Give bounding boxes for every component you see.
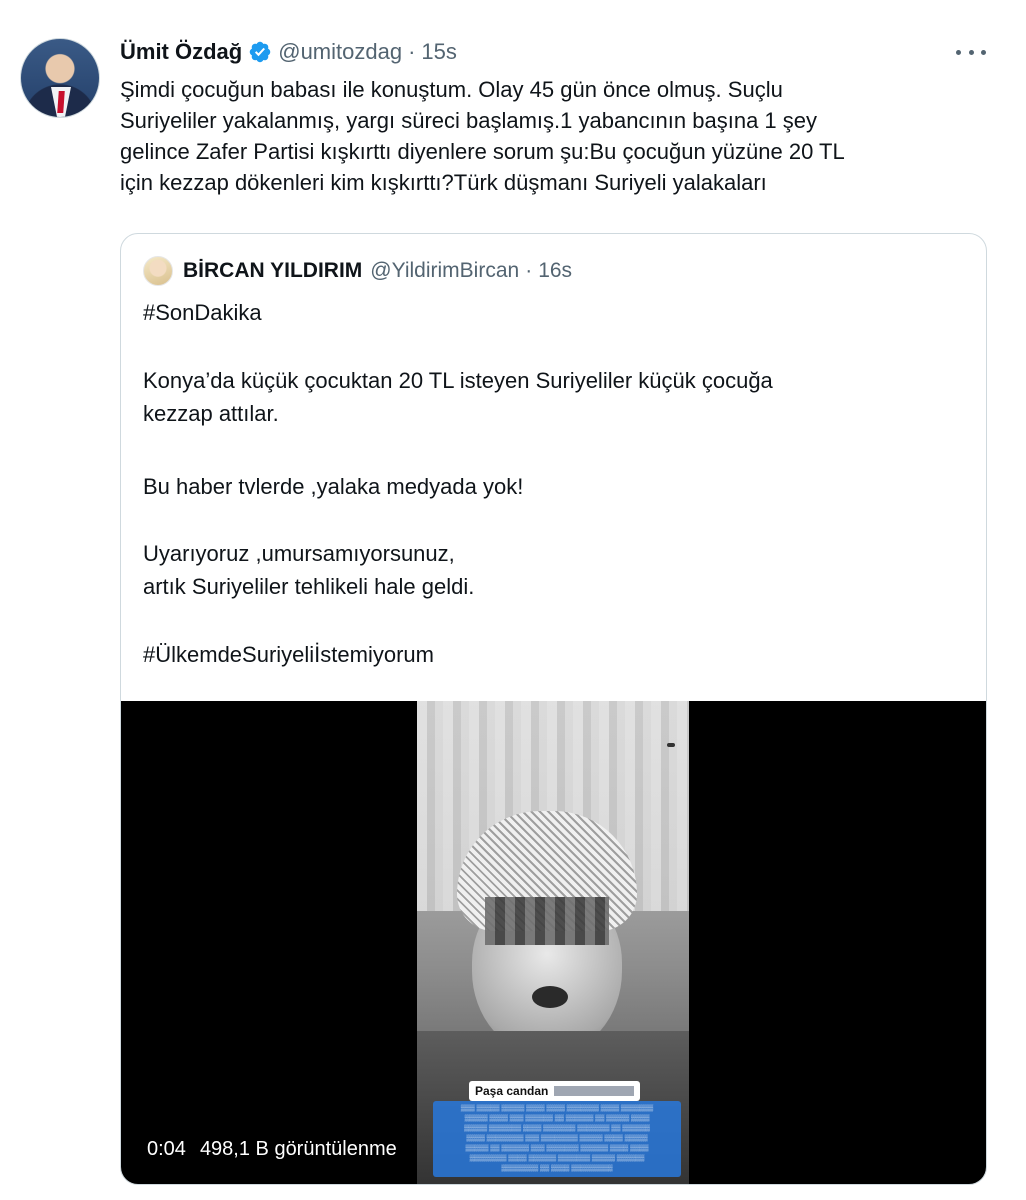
video-duration: 0:04 xyxy=(147,1138,186,1160)
child-mouth xyxy=(532,986,568,1008)
verified-badge-icon xyxy=(249,41,271,63)
more-dot xyxy=(981,49,986,55)
author-name[interactable]: Ümit Özdağ xyxy=(120,39,242,65)
quoted-tweet-time[interactable]: 16s xyxy=(538,259,572,283)
quoted-author-name[interactable]: BİRCAN YILDIRIM xyxy=(183,259,362,283)
author-handle[interactable]: @umitozdag xyxy=(278,39,402,65)
redacted-block xyxy=(554,1086,635,1096)
quoted-tweet[interactable]: BİRCAN YILDIRIM @YildirimBircan · 16s #S… xyxy=(120,233,987,1185)
hashtag-sondakika[interactable]: #SonDakika xyxy=(143,296,973,329)
quoted-paragraph-2: Bu haber tvlerde ,yalaka medyada yok! xyxy=(143,474,524,499)
quoted-tweet-header: BİRCAN YILDIRIM @YildirimBircan · 16s xyxy=(143,256,572,286)
tweet-header: Ümit Özdağ @umitozdag · 15s xyxy=(120,36,457,68)
video-frame: Paşa candan ▒▒▒ ▒▒▒▒▒ ▒▒▒▒▒ ▒▒▒▒ ▒▒▒▒ ▒▒… xyxy=(417,701,689,1184)
video-player[interactable]: Paşa candan ▒▒▒ ▒▒▒▒▒ ▒▒▒▒▒ ▒▒▒▒ ▒▒▒▒ ▒▒… xyxy=(121,701,986,1184)
tweet-time[interactable]: 15s xyxy=(421,39,456,65)
quoted-author-handle[interactable]: @YildirimBircan xyxy=(370,259,519,283)
video-meta: 0:04 498,1 B görüntülenme xyxy=(147,1138,397,1161)
video-overlay-title-text: Paşa candan xyxy=(475,1084,549,1098)
quoted-paragraph-3: Uyarıyoruz ,umursamıyorsunuz, artık Suri… xyxy=(143,541,475,599)
separator-dot: · xyxy=(408,39,416,64)
more-dot xyxy=(968,49,974,55)
video-overlay-caption: ▒▒▒ ▒▒▒▒▒ ▒▒▒▒▒ ▒▒▒▒ ▒▒▒▒ ▒▒▒▒▒▒▒ ▒▒▒▒ ▒… xyxy=(433,1101,681,1177)
quoted-author-avatar[interactable] xyxy=(143,256,173,286)
video-views: 498,1 B görüntülenme xyxy=(199,1138,397,1160)
separator-dot: · xyxy=(525,259,533,282)
more-dot xyxy=(956,49,961,55)
more-options-icon[interactable] xyxy=(956,42,986,62)
author-avatar[interactable] xyxy=(20,38,100,118)
video-overlay-title: Paşa candan xyxy=(469,1081,641,1101)
quoted-paragraph-1: Konya’da küçük çocuktan 20 TL isteyen Su… xyxy=(143,368,773,426)
hashtag-ulkemde[interactable]: #ÜlkemdeSuriyeliİstemiyorum xyxy=(143,638,973,671)
eyes-blur xyxy=(485,897,609,945)
tweet-text: Şimdi çocuğun babası ile konuştum. Olay … xyxy=(120,77,845,195)
video-watermark xyxy=(667,743,675,747)
